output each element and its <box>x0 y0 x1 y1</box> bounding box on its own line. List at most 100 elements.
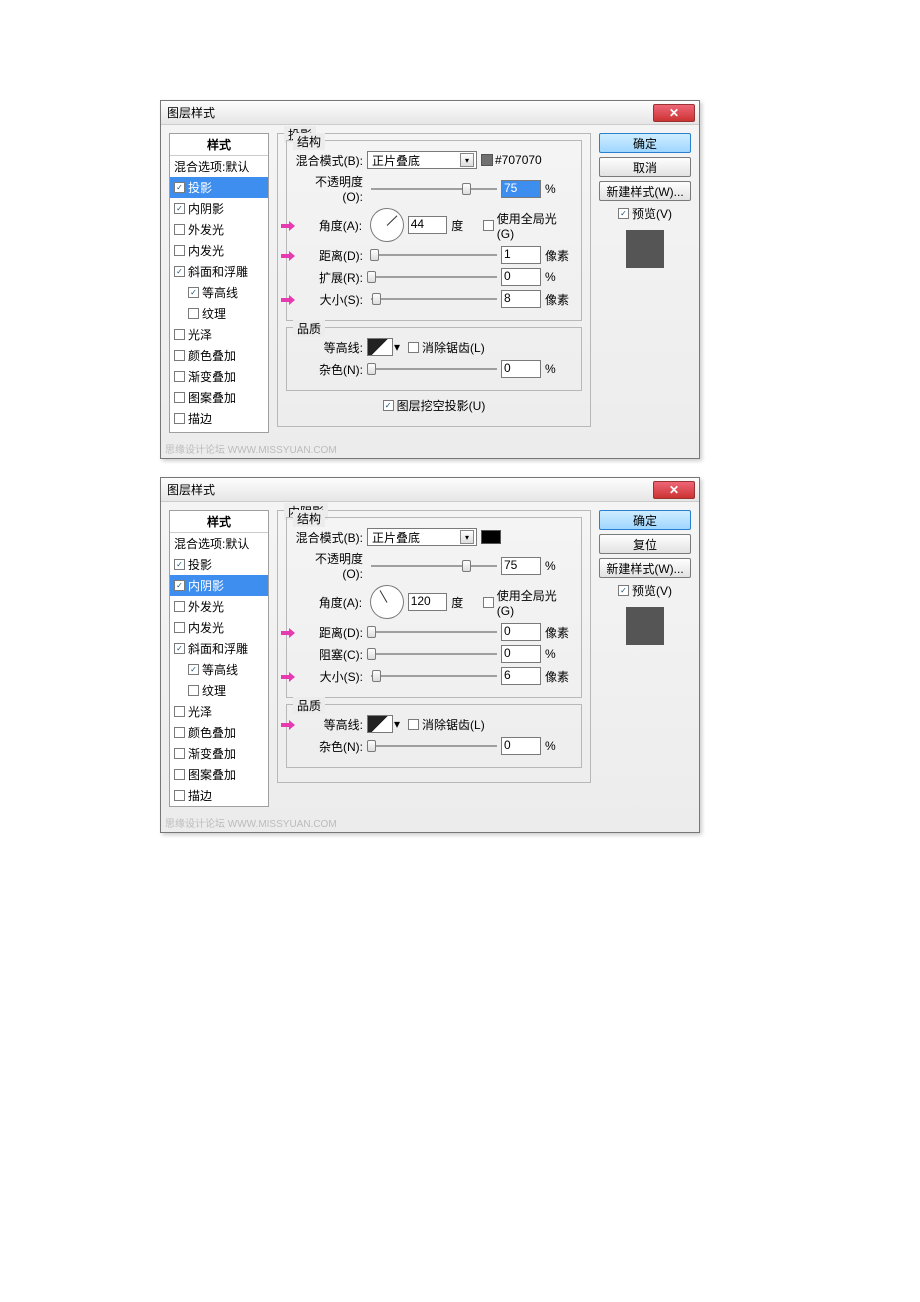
angle-dial[interactable] <box>370 208 404 242</box>
cancel-button[interactable]: 取消 <box>599 157 691 177</box>
style-row[interactable]: 渐变叠加 <box>170 743 268 764</box>
ok-button[interactable]: 确定 <box>599 510 691 530</box>
checkbox-icon[interactable] <box>174 329 185 340</box>
style-row[interactable]: 内阴影 <box>170 575 268 596</box>
row-input[interactable]: 1 <box>501 246 541 264</box>
style-row[interactable]: 纹理 <box>170 680 268 701</box>
blend-mode-dropdown[interactable]: 正片叠底▾ <box>367 528 477 546</box>
checkbox-icon[interactable] <box>174 182 185 193</box>
style-row[interactable]: 颜色叠加 <box>170 722 268 743</box>
style-row[interactable]: 颜色叠加 <box>170 345 268 366</box>
noise-slider[interactable] <box>371 362 497 376</box>
row-input[interactable]: 6 <box>501 667 541 685</box>
checkbox-icon[interactable] <box>174 392 185 403</box>
checkbox-icon[interactable] <box>174 413 185 424</box>
opacity-input[interactable]: 75 <box>501 557 541 575</box>
checkbox-icon[interactable] <box>188 287 199 298</box>
chevron-down-icon[interactable]: ▾ <box>394 717 400 731</box>
row-slider[interactable] <box>371 270 497 284</box>
noise-input[interactable]: 0 <box>501 737 541 755</box>
style-row-label: 外发光 <box>188 598 224 615</box>
contour-swatch[interactable] <box>367 338 393 356</box>
style-row[interactable]: 纹理 <box>170 303 268 324</box>
checkbox-icon[interactable] <box>174 371 185 382</box>
color-hint: #707070 <box>481 153 542 167</box>
row-slider[interactable] <box>371 248 497 262</box>
style-row[interactable]: 内发光 <box>170 240 268 261</box>
style-row[interactable]: 外发光 <box>170 219 268 240</box>
blend-mode-dropdown[interactable]: 正片叠底▾ <box>367 151 477 169</box>
checkbox-icon[interactable] <box>174 643 185 654</box>
contour-swatch[interactable] <box>367 715 393 733</box>
knockout-checkbox[interactable] <box>383 400 394 411</box>
style-row[interactable]: 描边 <box>170 785 268 806</box>
antialias-checkbox[interactable] <box>408 342 419 353</box>
row-slider[interactable] <box>371 292 497 306</box>
checkbox-icon[interactable] <box>188 664 199 675</box>
checkbox-icon[interactable] <box>174 580 185 591</box>
row-slider[interactable] <box>371 647 497 661</box>
checkbox-icon[interactable] <box>174 601 185 612</box>
row-slider[interactable] <box>371 625 497 639</box>
style-row[interactable]: 斜面和浮雕 <box>170 638 268 659</box>
style-row[interactable]: 内阴影 <box>170 198 268 219</box>
style-row[interactable]: 等高线 <box>170 659 268 680</box>
checkbox-icon[interactable] <box>174 203 185 214</box>
style-row[interactable]: 混合选项:默认 <box>170 156 268 177</box>
checkbox-icon[interactable] <box>174 748 185 759</box>
checkbox-icon[interactable] <box>174 559 185 570</box>
style-row[interactable]: 等高线 <box>170 282 268 303</box>
row-input[interactable]: 0 <box>501 268 541 286</box>
noise-input[interactable]: 0 <box>501 360 541 378</box>
style-row[interactable]: 描边 <box>170 408 268 429</box>
checkbox-icon[interactable] <box>174 769 185 780</box>
style-row[interactable]: 投影 <box>170 177 268 198</box>
style-row[interactable]: 光泽 <box>170 701 268 722</box>
opacity-slider[interactable] <box>371 182 497 196</box>
color-swatch[interactable] <box>481 154 493 166</box>
checkbox-icon[interactable] <box>174 266 185 277</box>
close-icon[interactable]: ✕ <box>653 481 695 499</box>
angle-dial[interactable] <box>370 585 404 619</box>
style-row[interactable]: 光泽 <box>170 324 268 345</box>
checkbox-icon[interactable] <box>188 685 199 696</box>
angle-input[interactable]: 120 <box>408 593 448 611</box>
checkbox-icon[interactable] <box>174 622 185 633</box>
style-row[interactable]: 图案叠加 <box>170 387 268 408</box>
color-swatch[interactable] <box>481 530 501 544</box>
style-row[interactable]: 混合选项:默认 <box>170 533 268 554</box>
preview-checkbox[interactable] <box>618 208 629 219</box>
style-row[interactable]: 图案叠加 <box>170 764 268 785</box>
style-row[interactable]: 投影 <box>170 554 268 575</box>
style-row[interactable]: 渐变叠加 <box>170 366 268 387</box>
row-slider[interactable] <box>371 669 497 683</box>
global-light-checkbox[interactable] <box>483 597 494 608</box>
row-input[interactable]: 0 <box>501 645 541 663</box>
row-input[interactable]: 0 <box>501 623 541 641</box>
style-row[interactable]: 外发光 <box>170 596 268 617</box>
style-row[interactable]: 斜面和浮雕 <box>170 261 268 282</box>
checkbox-icon[interactable] <box>174 224 185 235</box>
cancel-button[interactable]: 复位 <box>599 534 691 554</box>
checkbox-icon[interactable] <box>174 245 185 256</box>
checkbox-icon[interactable] <box>188 308 199 319</box>
opacity-slider[interactable] <box>371 559 497 573</box>
ok-button[interactable]: 确定 <box>599 133 691 153</box>
antialias-checkbox[interactable] <box>408 719 419 730</box>
row-input[interactable]: 8 <box>501 290 541 308</box>
noise-slider[interactable] <box>371 739 497 753</box>
preview-checkbox[interactable] <box>618 585 629 596</box>
checkbox-icon[interactable] <box>174 790 185 801</box>
knockout-row: 图层挖空投影(U) <box>286 397 582 414</box>
opacity-input[interactable]: 75 <box>501 180 541 198</box>
new-style-button[interactable]: 新建样式(W)... <box>599 181 691 201</box>
close-icon[interactable]: ✕ <box>653 104 695 122</box>
angle-input[interactable]: 44 <box>408 216 448 234</box>
checkbox-icon[interactable] <box>174 727 185 738</box>
checkbox-icon[interactable] <box>174 350 185 361</box>
style-row[interactable]: 内发光 <box>170 617 268 638</box>
new-style-button[interactable]: 新建样式(W)... <box>599 558 691 578</box>
global-light-checkbox[interactable] <box>483 220 494 231</box>
checkbox-icon[interactable] <box>174 706 185 717</box>
chevron-down-icon[interactable]: ▾ <box>394 340 400 354</box>
